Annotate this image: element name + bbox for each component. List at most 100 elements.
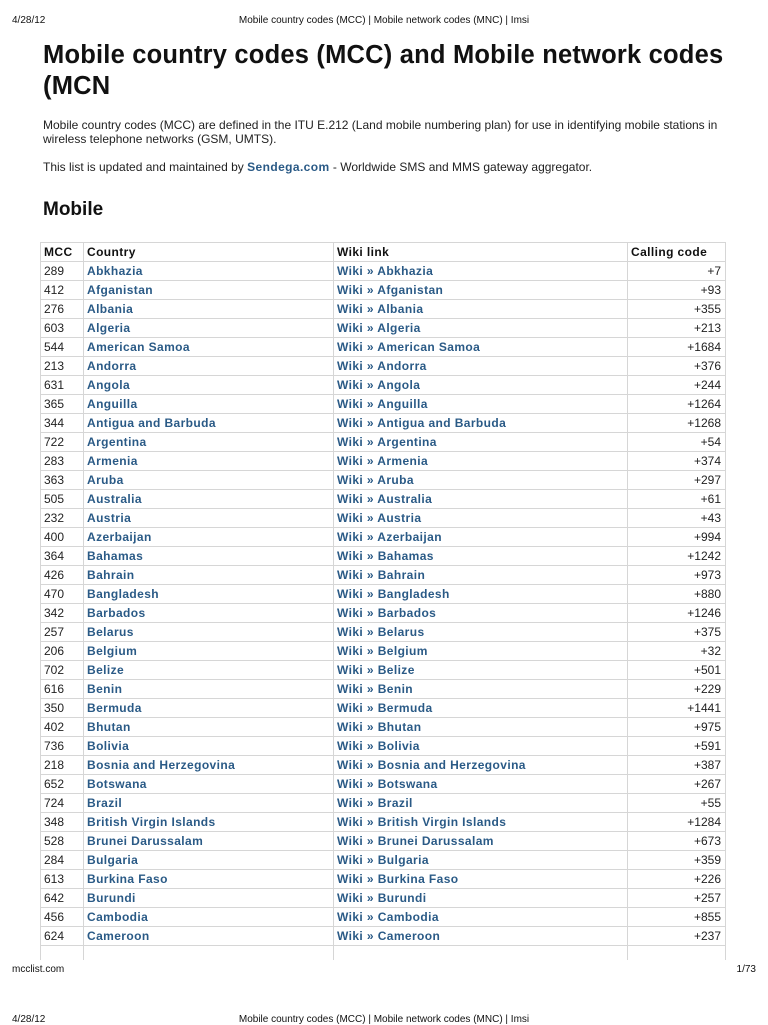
wiki-link[interactable]: Wiki » Brunei Darussalam — [337, 834, 494, 848]
country-link[interactable]: Bolivia — [87, 739, 129, 753]
cell-wiki-link: Wiki » Austria — [333, 508, 628, 528]
table-row: 342 Barbados Wiki » Barbados +1246 — [40, 603, 726, 623]
cell-mcc: 364 — [40, 546, 84, 566]
country-link[interactable]: Brunei Darussalam — [87, 834, 203, 848]
table-row: 505 Australia Wiki » Australia +61 — [40, 489, 726, 509]
country-link[interactable]: Bhutan — [87, 720, 131, 734]
country-link[interactable]: Azerbaijan — [87, 530, 152, 544]
country-link[interactable]: Abkhazia — [87, 264, 143, 278]
country-link[interactable]: Andorra — [87, 359, 136, 373]
wiki-link[interactable]: Wiki » Cambodia — [337, 910, 439, 924]
country-link[interactable]: Bangladesh — [87, 587, 159, 601]
wiki-link[interactable]: Wiki » Australia — [337, 492, 432, 506]
print-header: 4/28/12 Mobile country codes (MCC) | Mob… — [0, 15, 768, 29]
country-link[interactable]: Albania — [87, 302, 133, 316]
wiki-link[interactable]: Wiki » Botswana — [337, 777, 438, 791]
country-link[interactable]: Benin — [87, 682, 122, 696]
wiki-link[interactable]: Wiki » Antigua and Barbuda — [337, 416, 506, 430]
wiki-link[interactable]: Wiki » Anguilla — [337, 397, 428, 411]
wiki-link[interactable]: Wiki » Burkina Faso — [337, 872, 459, 886]
country-link[interactable]: Burundi — [87, 891, 136, 905]
wiki-link[interactable]: Wiki » Austria — [337, 511, 421, 525]
country-link[interactable]: British Virgin Islands — [87, 815, 216, 829]
country-link[interactable]: Botswana — [87, 777, 147, 791]
sendega-link[interactable]: Sendega.com — [247, 160, 329, 174]
wiki-link[interactable]: Wiki » Bosnia and Herzegovina — [337, 758, 526, 772]
cell-wiki-link: Wiki » Angola — [333, 375, 628, 395]
country-link[interactable]: Bulgaria — [87, 853, 138, 867]
wiki-link[interactable]: Wiki » Burundi — [337, 891, 427, 905]
cell-wiki-link: Wiki » Afganistan — [333, 280, 628, 300]
cell-calling-code: +61 — [627, 489, 726, 509]
wiki-link[interactable]: Wiki » Benin — [337, 682, 413, 696]
wiki-link[interactable]: Wiki » British Virgin Islands — [337, 815, 506, 829]
country-link[interactable]: Burkina Faso — [87, 872, 168, 886]
country-link[interactable]: Barbados — [87, 606, 146, 620]
wiki-link[interactable]: Wiki » Bolivia — [337, 739, 420, 753]
header-calling-code: Calling code — [627, 242, 726, 262]
wiki-link[interactable]: Wiki » Andorra — [337, 359, 427, 373]
country-link[interactable]: Belarus — [87, 625, 134, 639]
wiki-link[interactable]: Wiki » Barbados — [337, 606, 436, 620]
wiki-link[interactable]: Wiki » Aruba — [337, 473, 414, 487]
country-link[interactable]: Algeria — [87, 321, 130, 335]
wiki-link[interactable]: Wiki » Angola — [337, 378, 420, 392]
wiki-link[interactable]: Wiki » Armenia — [337, 454, 428, 468]
country-link[interactable]: American Samoa — [87, 340, 190, 354]
wiki-link[interactable]: Wiki » Azerbaijan — [337, 530, 442, 544]
country-link[interactable]: Cameroon — [87, 929, 150, 943]
wiki-link[interactable]: Wiki » Bhutan — [337, 720, 421, 734]
country-link[interactable]: Australia — [87, 492, 142, 506]
wiki-link[interactable]: Wiki » Bangladesh — [337, 587, 450, 601]
wiki-link[interactable]: Wiki » Bahamas — [337, 549, 434, 563]
wiki-link[interactable]: Wiki » Cameroon — [337, 929, 440, 943]
cell-wiki-link: Wiki » Belarus — [333, 622, 628, 642]
wiki-link[interactable]: Wiki » Albania — [337, 302, 423, 316]
wiki-link[interactable]: Wiki » American Samoa — [337, 340, 480, 354]
country-link[interactable]: Aruba — [87, 473, 124, 487]
cell-calling-code: +55 — [627, 793, 726, 813]
country-link[interactable]: Belgium — [87, 644, 137, 658]
cell-country: American Samoa — [83, 337, 334, 357]
country-link[interactable]: Cambodia — [87, 910, 148, 924]
cell-wiki-link: Wiki » Australia — [333, 489, 628, 509]
country-link[interactable]: Bosnia and Herzegovina — [87, 758, 235, 772]
table-row: 736 Bolivia Wiki » Bolivia +591 — [40, 736, 726, 756]
cell-wiki-link: Wiki » Burkina Faso — [333, 869, 628, 889]
cell-country: Abkhazia — [83, 261, 334, 281]
wiki-link[interactable]: Wiki » Abkhazia — [337, 264, 433, 278]
country-link[interactable]: Belize — [87, 663, 124, 677]
table-row: 603 Algeria Wiki » Algeria +213 — [40, 318, 726, 338]
wiki-link[interactable]: Wiki » Belarus — [337, 625, 425, 639]
country-link[interactable]: Afganistan — [87, 283, 153, 297]
country-link[interactable]: Austria — [87, 511, 131, 525]
cell-calling-code: +975 — [627, 717, 726, 737]
cell-calling-code: +501 — [627, 660, 726, 680]
cell-mcc: 642 — [40, 888, 84, 908]
country-link[interactable]: Bahamas — [87, 549, 143, 563]
country-link[interactable]: Antigua and Barbuda — [87, 416, 216, 430]
cell-calling-code: +355 — [627, 299, 726, 319]
wiki-link[interactable]: Wiki » Belgium — [337, 644, 428, 658]
wiki-link[interactable]: Wiki » Brazil — [337, 796, 413, 810]
wiki-link[interactable]: Wiki » Bulgaria — [337, 853, 429, 867]
country-link[interactable]: Bahrain — [87, 568, 134, 582]
maintained-suffix: - Worldwide SMS and MMS gateway aggregat… — [329, 160, 593, 174]
cell-country: Angola — [83, 375, 334, 395]
cell-calling-code: +43 — [627, 508, 726, 528]
country-link[interactable]: Brazil — [87, 796, 122, 810]
country-link[interactable]: Armenia — [87, 454, 138, 468]
wiki-link[interactable]: Wiki » Belize — [337, 663, 415, 677]
cell-wiki-link: Wiki » American Samoa — [333, 337, 628, 357]
wiki-link[interactable]: Wiki » Bermuda — [337, 701, 433, 715]
wiki-link[interactable]: Wiki » Afganistan — [337, 283, 443, 297]
country-link[interactable]: Argentina — [87, 435, 147, 449]
cell-country: Cameroon — [83, 926, 334, 946]
country-link[interactable]: Bermuda — [87, 701, 142, 715]
country-link[interactable]: Anguilla — [87, 397, 138, 411]
country-link[interactable]: Angola — [87, 378, 130, 392]
mcc-table: MCC Country Wiki link Calling code 289 Ab… — [40, 242, 726, 960]
wiki-link[interactable]: Wiki » Algeria — [337, 321, 421, 335]
wiki-link[interactable]: Wiki » Argentina — [337, 435, 437, 449]
wiki-link[interactable]: Wiki » Bahrain — [337, 568, 425, 582]
